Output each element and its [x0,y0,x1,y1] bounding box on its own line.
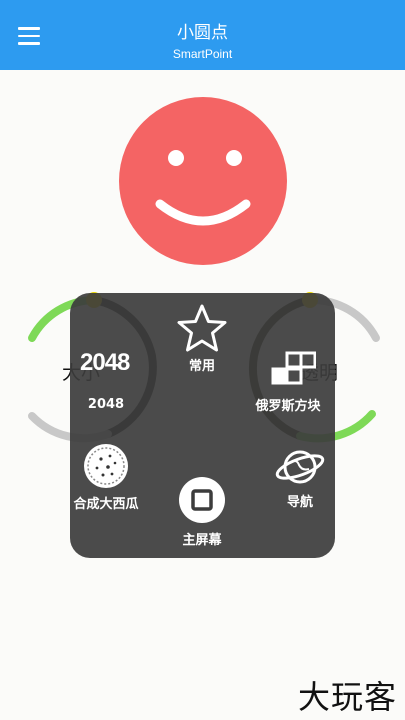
menu-item-2048-label: 2048 [87,397,125,412]
menu-item-favorites-label: 常用 [188,359,215,374]
quick-menu-panel: 2048 2048 常用 俄罗斯方块 合成大西瓜 导航 主屏幕 [70,293,335,558]
menu-item-navigation[interactable]: 导航 [250,443,350,510]
tetris-blocks-icon [271,351,316,385]
app-title: 小圆点 [177,23,228,43]
home-button-icon [179,477,225,523]
menu-item-tetris-label: 俄罗斯方块 [255,399,321,414]
menu-item-home[interactable]: 主屏幕 [152,475,252,548]
app-bar: 小圆点 SmartPoint [0,0,405,70]
menu-item-favorites[interactable]: 常用 [152,303,252,374]
menu-item-navigation-label: 导航 [286,495,313,510]
app-subtitle: SmartPoint [172,47,233,61]
menu-item-2048[interactable]: 2048 2048 [56,349,156,412]
menu-item-home-label: 主屏幕 [182,533,222,548]
menu-item-watermelon-label: 合成大西瓜 [73,497,139,512]
2048-icon: 2048 [80,349,130,376]
planet-icon [275,450,325,484]
menu-item-watermelon[interactable]: 合成大西瓜 [56,441,156,512]
watermelon-icon [84,444,128,488]
smiley-face-icon[interactable] [118,96,288,266]
star-icon [177,304,227,352]
watermark-text: 大玩客 [297,678,397,716]
menu-item-tetris[interactable]: 俄罗斯方块 [238,351,338,414]
